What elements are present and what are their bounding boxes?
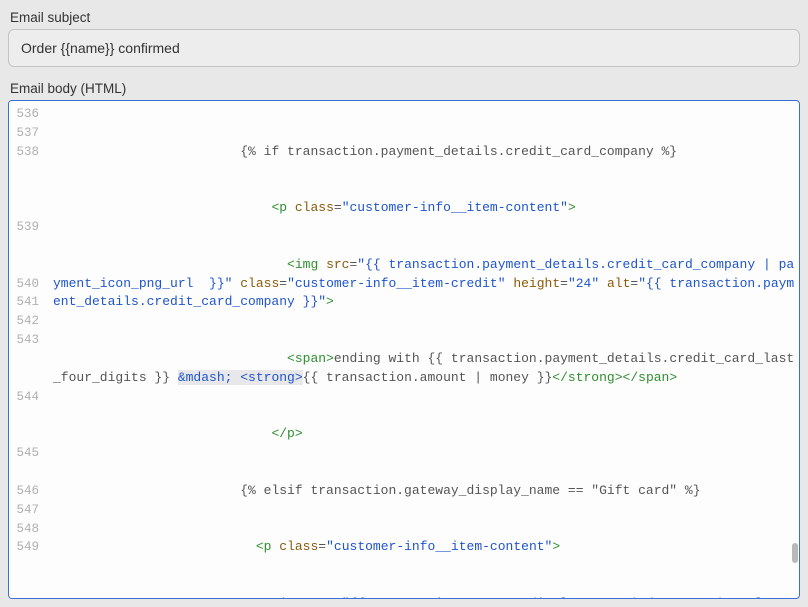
line-number: 549 [9, 538, 39, 576]
line-number: 541 [9, 293, 39, 312]
line-number: 543 [9, 331, 39, 388]
line-number: 537 [9, 124, 39, 143]
line-number: 544 [9, 388, 39, 445]
scrollbar-thumb[interactable] [792, 543, 798, 563]
code-line[interactable]: <span>ending with {{ transaction.payment… [53, 350, 795, 388]
email-subject-input[interactable] [8, 29, 800, 67]
code-line[interactable]: </p> [53, 425, 795, 444]
line-number: 546 [9, 482, 39, 501]
editor-gutter: 536 537 538 539 540 541 542 543 544 545 … [9, 101, 45, 598]
line-number: 536 [9, 105, 39, 124]
code-line[interactable]: {% if transaction.payment_details.credit… [53, 143, 795, 162]
code-line[interactable]: {% elsif transaction.gateway_display_nam… [53, 482, 795, 501]
line-number: 547 [9, 501, 39, 520]
line-number: 540 [9, 275, 39, 294]
editor-code[interactable]: {% if transaction.payment_details.credit… [45, 101, 799, 598]
line-number: 548 [9, 520, 39, 539]
email-subject-label: Email subject [8, 10, 800, 25]
email-body-editor[interactable]: 536 537 538 539 540 541 542 543 544 545 … [8, 100, 800, 599]
code-line[interactable]: <img src="{{ transaction.gateway_display… [53, 595, 795, 598]
line-number: 542 [9, 312, 39, 331]
code-line[interactable]: <p class="customer-info__item-content"> [53, 199, 795, 218]
code-line[interactable]: <p class="customer-info__item-content"> [53, 538, 795, 557]
line-number: 545 [9, 444, 39, 482]
email-body-label: Email body (HTML) [8, 81, 800, 96]
line-number: 539 [9, 218, 39, 275]
line-number: 538 [9, 143, 39, 218]
code-line[interactable]: <img src="{{ transaction.payment_details… [53, 256, 795, 313]
